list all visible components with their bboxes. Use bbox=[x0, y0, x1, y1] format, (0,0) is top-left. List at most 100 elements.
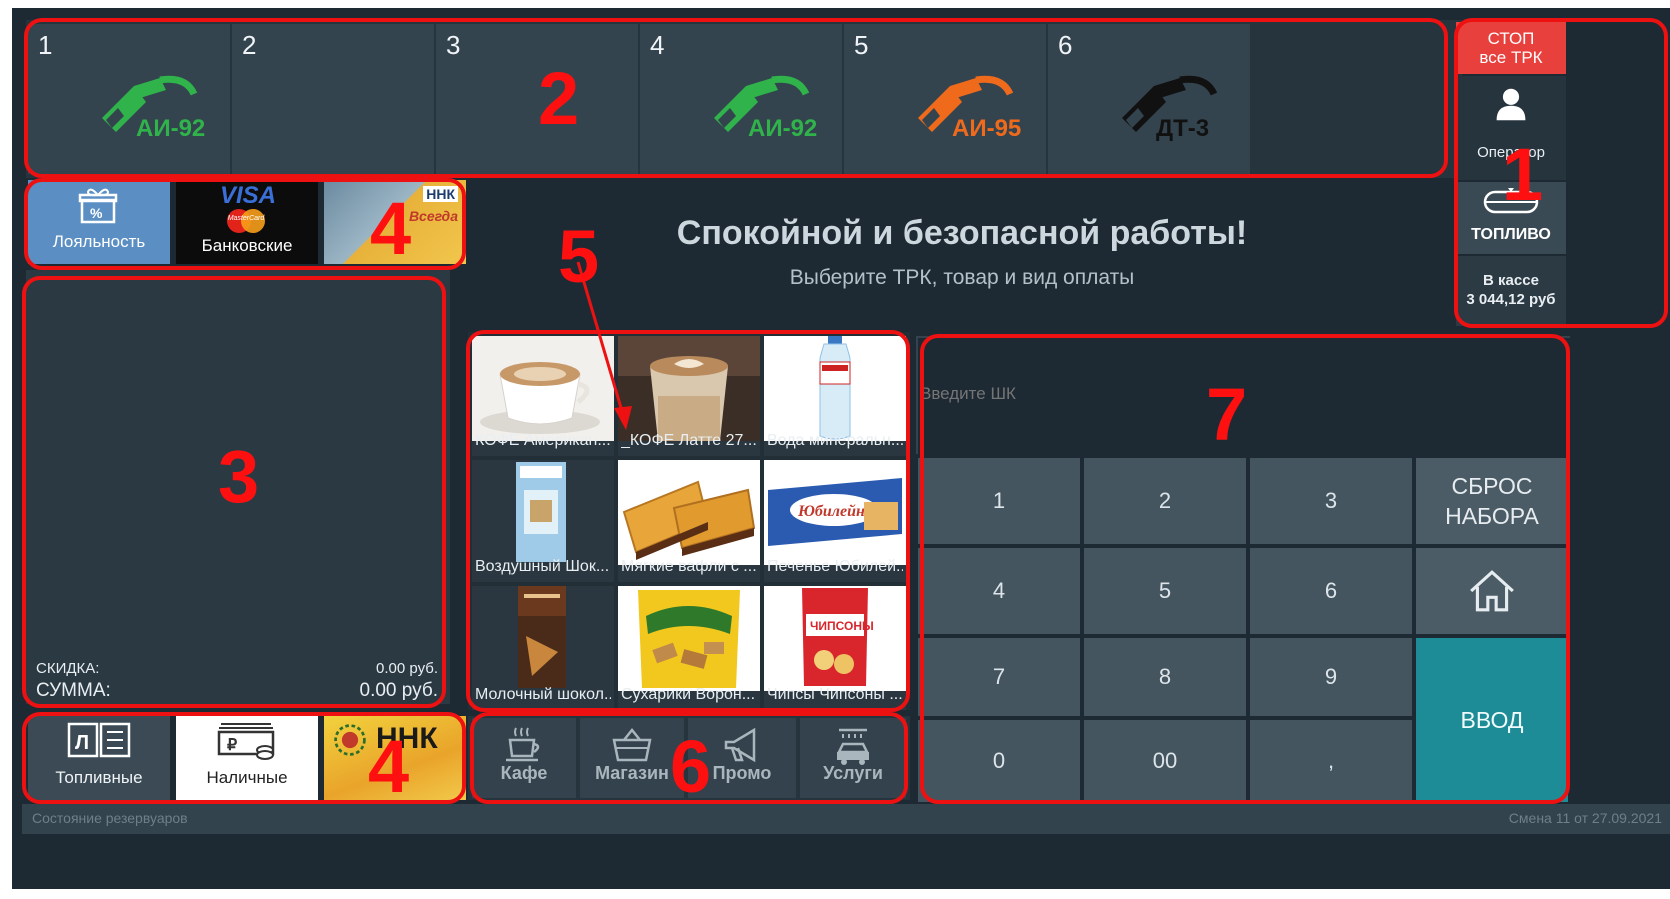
latte-glass-image bbox=[618, 336, 760, 441]
product-name: Молочный шокол... bbox=[475, 686, 611, 703]
fuel-nozzle-icon: АИ-92 bbox=[714, 75, 817, 142]
keypad-key-5[interactable]: 5 bbox=[1084, 548, 1246, 634]
category-shop-tab[interactable]: Магазин bbox=[580, 718, 684, 798]
keypad-key-4[interactable]: 4 bbox=[918, 548, 1080, 634]
product-tile[interactable]: Юбилейное Печенье Юбилей... bbox=[764, 460, 906, 582]
mastercard-text: MasterCard bbox=[227, 215, 265, 222]
home-button[interactable] bbox=[1416, 548, 1568, 634]
category-cafe-tab[interactable]: Кафе bbox=[472, 718, 576, 798]
fuel-nozzle-icon: ДТ-3 bbox=[1122, 75, 1218, 142]
pump-number: 1 bbox=[38, 30, 53, 60]
fuel-nozzle-icon: АИ-95 bbox=[918, 75, 1021, 142]
svg-text:ЧИПСОНЫ: ЧИПСОНЫ bbox=[810, 619, 874, 633]
product-tile[interactable]: _КОФЕ Латте 27... bbox=[618, 336, 760, 456]
app-window: 1 АИ-92 2 3 4 АИ-92 5 АИ-95 6 ДТ-3 СТОП … bbox=[12, 8, 1670, 889]
pump-number: 2 bbox=[242, 30, 257, 60]
keypad-key-3[interactable]: 3 bbox=[1250, 458, 1412, 544]
cash-value: 3 044,12 руб bbox=[1466, 291, 1556, 308]
chocolate-bar-image bbox=[472, 460, 614, 565]
discount-label: СКИДКА: bbox=[36, 660, 100, 677]
sum-label: СУММА: bbox=[36, 680, 111, 701]
tank-status-link[interactable]: Состояние резервуаров bbox=[32, 810, 188, 826]
category-services-tab[interactable]: Услуги bbox=[800, 718, 906, 798]
annotation-label-4-bottom: 4 bbox=[368, 725, 410, 808]
annotation-label-1: 1 bbox=[1502, 133, 1544, 216]
gift-discount-icon: % bbox=[78, 188, 118, 224]
keypad-key-2[interactable]: 2 bbox=[1084, 458, 1246, 544]
cash-balance: В кассе 3 044,12 руб bbox=[1456, 256, 1566, 326]
keypad-key-7[interactable]: 7 bbox=[918, 638, 1080, 716]
keypad-key-9[interactable]: 9 bbox=[1250, 638, 1412, 716]
product-tile[interactable]: Сухарики Ворон... bbox=[618, 586, 760, 710]
loyalty-payment-button[interactable]: % Лояльность bbox=[28, 180, 170, 264]
keypad-key-00[interactable]: 00 bbox=[1084, 720, 1246, 802]
product-name: Мягкие вафли с ... bbox=[621, 558, 757, 575]
product-tile[interactable]: Мягкие вафли с ... bbox=[618, 460, 760, 582]
shift-info: Смена 11 от 27.09.2021 bbox=[1508, 810, 1662, 826]
annotation-label-5: 5 bbox=[558, 215, 600, 298]
pump-6-button[interactable]: 6 ДТ-3 bbox=[1048, 24, 1250, 174]
pump-2-button[interactable]: 2 bbox=[232, 24, 434, 174]
fuel-nozzle-icon: АИ-92 bbox=[102, 75, 205, 142]
nnk-slogan: Всегда bbox=[408, 208, 458, 224]
car-wash-icon bbox=[836, 728, 870, 765]
svg-text:АИ-92: АИ-92 bbox=[748, 115, 817, 142]
pump-1-button[interactable]: 1 АИ-92 bbox=[28, 24, 230, 174]
pump-number: 3 bbox=[446, 30, 461, 60]
pump-4-button[interactable]: 4 АИ-92 bbox=[640, 24, 842, 174]
stop-all-label: все ТРК bbox=[1479, 48, 1543, 67]
keypad-key-0[interactable]: 0 bbox=[918, 720, 1080, 802]
basket-icon bbox=[612, 727, 652, 762]
sum-value: 0.00 руб. bbox=[359, 680, 439, 701]
product-tile[interactable]: Воздушный Шок... bbox=[472, 460, 614, 582]
stop-all-pumps-button[interactable]: СТОП все ТРК bbox=[1456, 22, 1566, 74]
fuel-label: ТОПЛИВО bbox=[1471, 226, 1551, 243]
product-tile[interactable]: ЧИПСОНЫ Чипсы Чипсоны ... bbox=[764, 586, 906, 710]
product-tile[interactable]: Вода минеральн... bbox=[764, 336, 906, 456]
cash-label: В кассе bbox=[1483, 272, 1539, 289]
keypad-key-8[interactable]: 8 bbox=[1084, 638, 1246, 716]
svg-text:%: % bbox=[90, 205, 103, 221]
bank-card-payment-button[interactable]: VISA MasterCard Банковские bbox=[176, 180, 318, 264]
annotation-label-3: 3 bbox=[218, 435, 260, 518]
cash-banknote-icon: ₽ bbox=[217, 723, 275, 760]
annotation-label-4-top: 4 bbox=[370, 187, 412, 270]
loyalty-label: Лояльность bbox=[52, 232, 146, 251]
product-name: Чипсы Чипсоны ... bbox=[767, 686, 903, 703]
status-bar bbox=[22, 804, 1670, 834]
product-name: _КОФЕ Латте 27... bbox=[621, 432, 757, 449]
product-name: Сухарики Ворон... bbox=[621, 686, 756, 703]
water-bottle-image bbox=[764, 336, 906, 441]
category-label: Магазин bbox=[595, 763, 669, 783]
pump-number: 4 bbox=[650, 30, 665, 60]
enter-button[interactable]: ВВОД bbox=[1416, 638, 1568, 802]
fuel-card-book-icon: Л bbox=[67, 722, 131, 758]
annotation-label-6: 6 bbox=[670, 725, 712, 808]
discount-row: СКИДКА: 0.00 руб. bbox=[36, 660, 438, 677]
keypad-key-6[interactable]: 6 bbox=[1250, 548, 1412, 634]
home-icon bbox=[1470, 570, 1514, 612]
croutons-pack-image bbox=[618, 586, 760, 691]
reset-label-line-1: СБРОС bbox=[1451, 473, 1533, 499]
keypad-key-comma[interactable]: , bbox=[1250, 720, 1412, 802]
reset-label-line-2: НАБОРА bbox=[1445, 503, 1539, 529]
bank-cards-label: Банковские bbox=[201, 236, 293, 255]
reset-input-button[interactable]: СБРОС НАБОРА bbox=[1416, 458, 1568, 544]
soft-waffles-image bbox=[618, 460, 760, 565]
svg-text:ДТ-3: ДТ-3 bbox=[1156, 115, 1209, 142]
visa-logo: VISA bbox=[220, 182, 277, 209]
yubileynoe-cookies-image: Юбилейное bbox=[764, 460, 906, 565]
product-tile[interactable]: Молочный шокол... bbox=[472, 586, 614, 710]
svg-text:АИ-92: АИ-92 bbox=[136, 115, 205, 142]
keypad-key-1[interactable]: 1 bbox=[918, 458, 1080, 544]
svg-text:Л: Л bbox=[75, 732, 89, 754]
fuel-cards-payment-button[interactable]: Л Топливные bbox=[28, 716, 170, 800]
discount-value: 0.00 руб. bbox=[376, 660, 438, 677]
pump-5-button[interactable]: 5 АИ-95 bbox=[844, 24, 1046, 174]
chips-pack-image: ЧИПСОНЫ bbox=[764, 586, 906, 691]
pump-3-button[interactable]: 3 bbox=[436, 24, 638, 174]
nnk-sun-logo bbox=[334, 724, 366, 756]
barcode-input[interactable] bbox=[918, 376, 1218, 412]
cash-payment-button[interactable]: ₽ Наличные bbox=[176, 716, 318, 800]
milk-chocolate-image bbox=[472, 586, 614, 691]
